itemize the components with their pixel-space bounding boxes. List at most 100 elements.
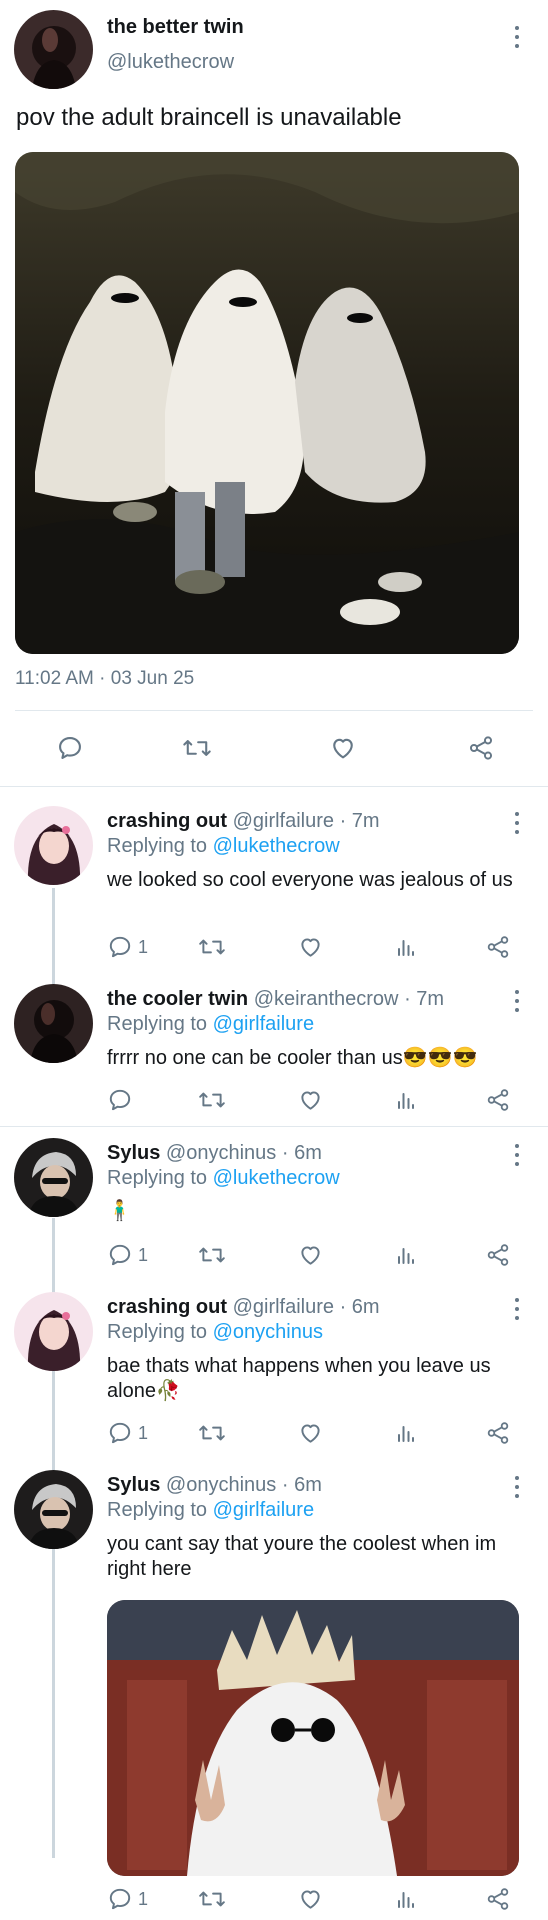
reply-count: 1	[138, 1422, 149, 1443]
avatar[interactable]	[14, 984, 93, 1063]
bar-chart-icon	[398, 940, 414, 956]
replying-to-link[interactable]: @girlfailure	[213, 1013, 314, 1035]
like-button[interactable]	[328, 734, 358, 762]
author-name[interactable]: crashing out	[107, 1296, 227, 1318]
avatar[interactable]	[14, 1470, 93, 1549]
speech-bubble-icon	[109, 1244, 131, 1266]
reply-time: · 7m	[404, 988, 445, 1010]
avatar[interactable]	[14, 1292, 93, 1371]
author-handle[interactable]: @keiranthecrow	[254, 988, 399, 1010]
kebab-menu-icon[interactable]	[513, 812, 521, 838]
author-name[interactable]: Sylus	[107, 1474, 160, 1496]
main-tweet: the better twin @lukethecrow pov the adu…	[0, 0, 548, 786]
tweet-text: pov the adult braincell is unavailable	[16, 104, 402, 131]
retweet-icon	[199, 939, 225, 955]
reply-header: Sylus @onychinus · 6m	[107, 1142, 322, 1165]
share-button[interactable]	[485, 934, 511, 960]
replying-to: Replying to @girlfailure	[107, 1499, 314, 1522]
reply-text: you cant say that youre the coolest when…	[107, 1533, 497, 1580]
retweet-icon	[199, 1425, 225, 1441]
speech-bubble-icon	[59, 737, 81, 759]
replying-label: Replying to	[107, 1499, 208, 1521]
avatar[interactable]	[14, 1138, 93, 1217]
bar-chart-icon	[398, 1248, 414, 1264]
thread-line	[52, 888, 55, 988]
share-icon	[469, 736, 493, 760]
views-button[interactable]	[394, 934, 418, 960]
reply-time: · 6m	[281, 1474, 322, 1496]
replying-label: Replying to	[107, 1013, 208, 1035]
heart-icon	[301, 1890, 320, 1909]
divider	[0, 786, 548, 787]
like-button[interactable]	[297, 1242, 324, 1268]
retweet-button[interactable]	[198, 1886, 226, 1912]
author-handle[interactable]: @girlfailure	[233, 1296, 334, 1318]
reply-button[interactable]	[56, 734, 84, 762]
like-button[interactable]	[297, 1886, 324, 1912]
share-icon	[487, 936, 509, 958]
retweet-button[interactable]	[198, 934, 226, 960]
kebab-menu-icon[interactable]	[513, 1476, 521, 1502]
views-button[interactable]	[394, 1242, 418, 1268]
reply-time: · 6m	[339, 1296, 380, 1318]
kebab-menu-icon[interactable]	[513, 26, 521, 52]
share-button[interactable]	[466, 734, 496, 762]
author-name[interactable]: Sylus	[107, 1142, 160, 1164]
reply-header: Sylus @onychinus · 6m	[107, 1474, 322, 1497]
reply-button[interactable]: 1	[107, 1242, 148, 1268]
replying-to-link[interactable]: @girlfailure	[213, 1499, 314, 1521]
tweet-timestamp: 11:02 AM · 03 Jun 25	[15, 668, 195, 689]
author-handle[interactable]: @onychinus	[166, 1142, 276, 1164]
author-handle[interactable]: @onychinus	[166, 1474, 276, 1496]
views-button[interactable]	[394, 1087, 418, 1113]
retweet-icon	[183, 740, 211, 756]
kebab-menu-icon[interactable]	[513, 1298, 521, 1324]
reply-header: crashing out @girlfailure · 7m	[107, 810, 380, 833]
views-button[interactable]	[394, 1886, 418, 1912]
like-button[interactable]	[297, 1420, 324, 1446]
share-button[interactable]	[485, 1886, 511, 1912]
kebab-menu-icon[interactable]	[513, 1144, 521, 1170]
tweet-image[interactable]	[15, 152, 519, 654]
reply-button[interactable]	[107, 1087, 138, 1113]
replying-to-link[interactable]: @onychinus	[213, 1321, 323, 1343]
replying-to: Replying to @lukethecrow	[107, 1167, 340, 1190]
views-button[interactable]	[394, 1420, 418, 1446]
retweet-button[interactable]	[198, 1242, 226, 1268]
reply-button[interactable]: 1	[107, 1886, 148, 1912]
retweet-button[interactable]	[198, 1087, 226, 1113]
divider	[0, 1126, 548, 1127]
replying-to-link[interactable]: @lukethecrow	[213, 835, 340, 857]
avatar[interactable]	[14, 10, 93, 89]
author-name[interactable]: the better twin	[107, 16, 244, 39]
replying-label: Replying to	[107, 1321, 208, 1343]
author-name[interactable]: crashing out	[107, 810, 227, 832]
reply-image[interactable]	[107, 1600, 519, 1876]
share-icon	[487, 1089, 509, 1111]
bar-chart-icon	[398, 1093, 414, 1109]
like-button[interactable]	[297, 934, 324, 960]
share-button[interactable]	[485, 1242, 511, 1268]
reply-button[interactable]: 1	[107, 934, 148, 960]
author-handle[interactable]: @lukethecrow	[107, 51, 234, 74]
reply-button[interactable]: 1	[107, 1420, 148, 1446]
reply-header: the cooler twin @keiranthecrow · 7m	[107, 988, 444, 1011]
replying-to-link[interactable]: @lukethecrow	[213, 1167, 340, 1189]
reply-count: 1	[138, 936, 149, 957]
share-button[interactable]	[485, 1420, 511, 1446]
share-icon	[487, 1888, 509, 1910]
retweet-button[interactable]	[198, 1420, 226, 1446]
share-icon	[487, 1244, 509, 1266]
retweet-icon	[199, 1247, 225, 1263]
retweet-button[interactable]	[182, 734, 212, 762]
heart-icon	[333, 738, 353, 759]
heart-icon	[301, 938, 320, 957]
share-icon	[487, 1422, 509, 1444]
author-handle[interactable]: @girlfailure	[233, 810, 334, 832]
avatar[interactable]	[14, 806, 93, 885]
author-name[interactable]: the cooler twin	[107, 988, 248, 1010]
retweet-icon	[199, 1092, 225, 1108]
kebab-menu-icon[interactable]	[513, 990, 521, 1016]
like-button[interactable]	[297, 1087, 324, 1113]
share-button[interactable]	[485, 1087, 511, 1113]
